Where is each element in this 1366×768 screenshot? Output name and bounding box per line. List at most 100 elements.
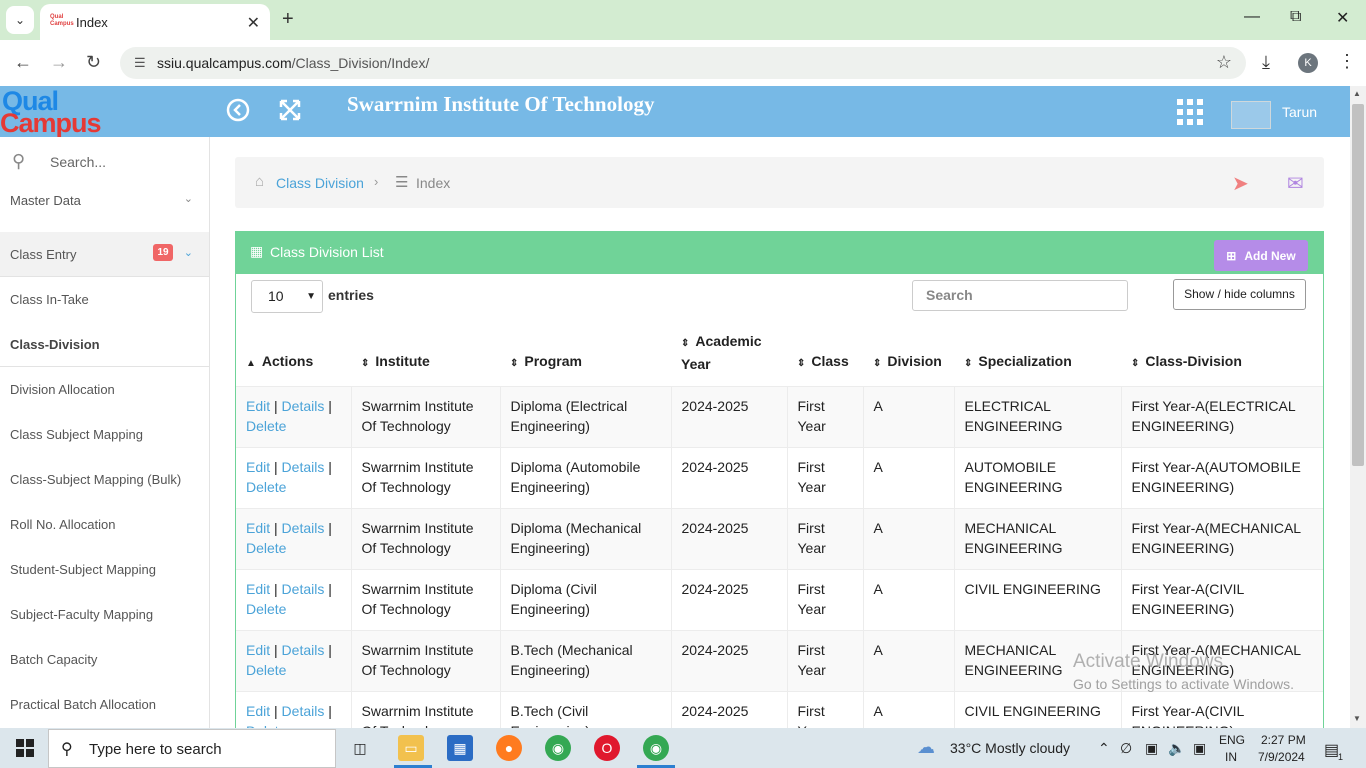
delete-link[interactable]: Delete [246,540,286,556]
paper-plane-icon[interactable]: ➤ [1232,171,1249,196]
chevron-down-icon: ⌄ [183,247,193,259]
sidebar-search-input[interactable]: Search... [50,154,106,170]
sidebar-item-master-data[interactable]: Master Data ⌄ [0,178,209,223]
close-tab-icon[interactable]: ✕ [247,13,260,33]
taskbar-search-box[interactable]: ⚲ Type here to search [48,729,336,768]
cell-program: B.Tech (Civil Engineering) [499,690,671,728]
sidebar-item-class-division[interactable]: Class-Division [0,322,209,367]
delete-link[interactable]: Delete [246,601,286,617]
sidebar-item-subject-faculty-mapping[interactable]: Subject-Faculty Mapping [0,592,209,637]
sidebar-item-roll-no-allocation[interactable]: Roll No. Allocation [0,502,209,547]
edit-link[interactable]: Edit [246,398,270,414]
sidebar-item-student-subject-mapping[interactable]: Student-Subject Mapping [0,547,209,592]
edit-link[interactable]: Edit [246,459,270,475]
edit-link[interactable]: Edit [246,642,270,658]
details-link[interactable]: Details [282,642,325,658]
page-length-select[interactable]: 10 ▼ [251,280,323,313]
minimize-icon[interactable]: — [1244,8,1260,26]
col-header-class[interactable]: ⇕ Class [787,324,863,386]
details-link[interactable]: Details [282,459,325,475]
volume-icon[interactable]: 🔈 [1168,740,1185,757]
sidebar-item-class-in-take[interactable]: Class In-Take [0,277,209,322]
notification-icon[interactable]: ▤ [1324,740,1339,760]
col-header-academic-year[interactable]: ⇕ Academic Year [671,324,787,386]
network-icon[interactable]: ∅ [1120,740,1132,757]
sidebar-item-class-entry[interactable]: Class Entry 19 ⌄ [0,232,209,277]
site-info-icon[interactable]: ☰ [134,55,146,71]
store-icon[interactable]: ▦ [447,735,473,761]
opera-icon[interactable]: O [594,735,620,761]
new-tab-icon[interactable]: + [282,8,294,31]
address-bar[interactable]: ☰ ssiu.qualcampus.com/Class_Division/Ind… [120,47,1246,79]
details-link[interactable]: Details [282,520,325,536]
details-link[interactable]: Details [282,581,325,597]
restore-icon[interactable]: ⧉ [1290,8,1301,26]
task-view-icon[interactable]: ◫ [347,735,373,761]
language-top[interactable]: ENG [1219,733,1245,747]
sidebar-item-batch-capacity[interactable]: Batch Capacity [0,637,209,682]
table-search-input[interactable]: Search [912,280,1128,311]
delete-link[interactable]: Delete [246,662,286,678]
edit-link[interactable]: Edit [246,581,270,597]
chrome-profile-icon[interactable]: ◉ [643,735,669,761]
col-header-class-division[interactable]: ⇕ Class-Division [1121,324,1323,386]
language-bottom[interactable]: IN [1225,750,1237,764]
sidebar-item-class-subject-mapping[interactable]: Class Subject Mapping [0,412,209,457]
edit-link[interactable]: Edit [246,520,270,536]
user-name[interactable]: Tarun [1282,104,1317,120]
mail-icon[interactable]: ✉ [1287,171,1304,196]
file-explorer-icon[interactable]: ▭ [398,735,424,761]
add-new-button[interactable]: ⊞ Add New [1214,240,1308,271]
delete-link[interactable]: Delete [246,418,286,434]
menu-kebab-icon[interactable]: ⋮ [1338,51,1356,72]
sidebar-item-division-allocation[interactable]: Division Allocation [0,367,209,412]
chevron-right-icon: › [374,174,379,189]
col-header-division[interactable]: ⇕ Division [863,324,954,386]
cell-division: A [862,446,954,508]
clock-date[interactable]: 7/9/2024 [1258,750,1305,764]
notification-count: 1 [1338,752,1344,762]
sidebar-item-class-subject-mapping-bulk[interactable]: Class-Subject Mapping (Bulk) [0,457,209,502]
back-circle-icon[interactable] [226,98,250,129]
details-link[interactable]: Details [282,703,325,719]
scroll-down-arrow-icon[interactable]: ▼ [1353,714,1361,723]
cell-class-division: First Year-A(CIVIL ENGINEERING) [1120,690,1323,728]
cell-program: Diploma (Electrical Engineering) [499,385,671,447]
scroll-up-arrow-icon[interactable]: ▲ [1353,89,1361,98]
display-icon[interactable]: ▣ [1193,740,1206,757]
bookmark-star-icon[interactable]: ☆ [1216,52,1232,73]
cell-academic-year: 2024-2025 [670,446,787,508]
chevron-up-icon[interactable]: ⌃ [1098,740,1110,757]
col-header-actions[interactable]: ▲ Actions [236,324,351,386]
col-header-program[interactable]: ⇕ Program [500,324,671,386]
col-header-specialization[interactable]: ⇕ Specialization [954,324,1121,386]
forward-icon[interactable]: → [50,52,68,73]
download-icon[interactable]: ⤓ [1262,52,1270,73]
col-header-institute[interactable]: ⇕ Institute [351,324,500,386]
weather-cloud-icon[interactable]: ☁ [917,737,935,758]
clock-time[interactable]: 2:27 PM [1261,733,1306,747]
home-icon[interactable]: ⌂ [255,173,264,190]
chrome-icon[interactable]: ◉ [545,735,571,761]
back-icon[interactable]: ← [14,52,32,73]
firefox-icon[interactable]: ● [496,735,522,761]
edit-link[interactable]: Edit [246,703,270,719]
cell-institute: Swarrnim Institute Of Technology [350,629,500,691]
weather-text[interactable]: 33°C Mostly cloudy [950,740,1070,756]
fullscreen-icon[interactable] [278,98,302,129]
show-hide-columns-button[interactable]: Show / hide columns [1173,279,1306,310]
browser-tab[interactable]: Qual Campus Index ✕ [40,4,270,40]
battery-icon[interactable]: ▣ [1145,740,1158,757]
apps-grid-icon[interactable] [1177,99,1203,132]
breadcrumb-link[interactable]: Class Division [276,175,364,191]
tab-search-button[interactable]: ⌄ [6,6,34,34]
reload-icon[interactable]: ↻ [86,52,101,73]
window-close-icon[interactable]: ✕ [1336,8,1349,28]
details-link[interactable]: Details [282,398,325,414]
delete-link[interactable]: Delete [246,479,286,495]
profile-avatar[interactable]: K [1298,53,1318,73]
sidebar-item-practical-batch-allocation[interactable]: Practical Batch Allocation [0,682,209,727]
windows-start-icon[interactable] [16,739,34,762]
scrollbar-thumb[interactable] [1352,104,1364,466]
user-avatar[interactable] [1231,101,1271,129]
